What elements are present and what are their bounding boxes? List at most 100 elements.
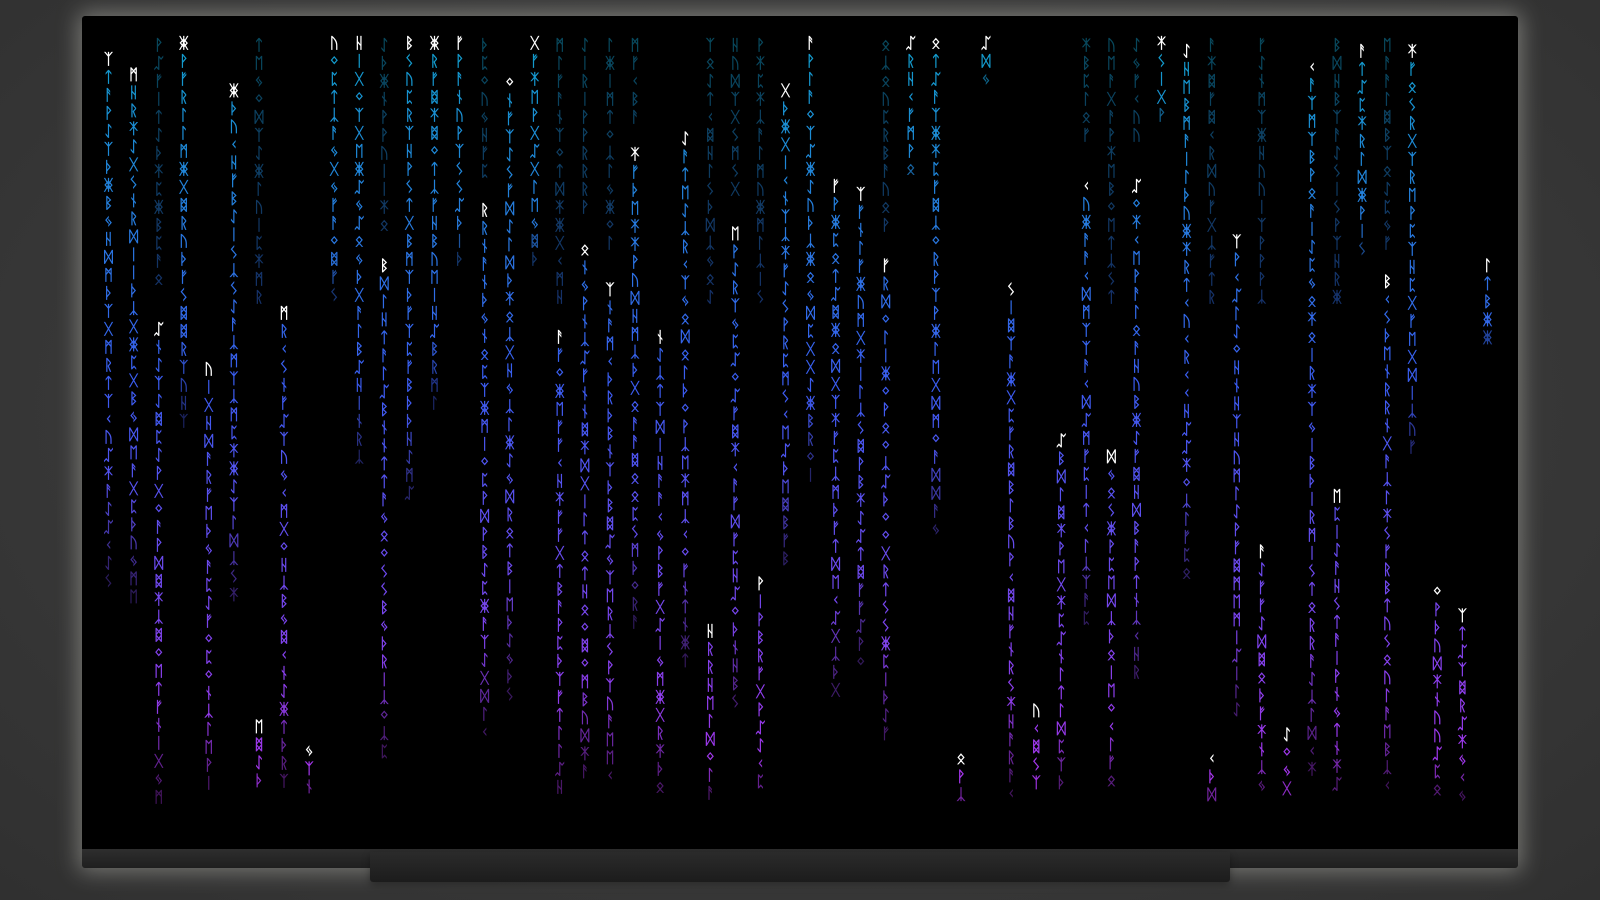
rain-glyph: ᚷ [1382,434,1393,452]
rain-glyph: ᛏ [681,165,690,183]
rain-glyph: ᚠ [580,367,589,385]
rain-glyph: ᚨ [104,86,113,104]
rain-glyph: ᛚ [1057,665,1066,683]
rain-faded-glyph: ᛢ [154,54,163,72]
rain-glyph: ᚱ [480,219,489,237]
rain-head-glyph: ᛒ [1383,272,1392,290]
rain-glyph: ᚢ [1082,195,1091,213]
rain-glyph: ᛟ [1107,483,1116,501]
rain-faded-glyph: ᛜ [254,90,263,108]
rain-glyph: ᚾ [505,92,514,110]
rain-faded-glyph: ᛞ [1332,54,1341,72]
rain-glyph: ᛁ [781,154,790,172]
rain-faded-glyph: ᛜ [555,144,564,162]
rain-glyph: ᛊ [781,298,790,316]
rain-glyph: ᚹ [956,767,965,785]
rain-column: ᚹᛁᚹᛒᚱᚠᚷᚹᛢᛇᚲᛈᚹᛡᛈᛡᛣᚨᛚᛗᚢᛤᛗᛚᛣᛁᛊ [755,36,766,791]
rain-faded-glyph: ᚢ [380,144,389,162]
rain-glyph: ᚲ [555,454,564,472]
rain-faded-glyph: ᚨ [555,90,564,108]
rain-glyph: ᛗ [229,352,238,370]
rain-faded-glyph: ᛗ [630,36,639,54]
rain-column: ᚲᚦᛞᚨᛡᛥᚠᛥᚲᚱᛞᚢᚠᚷᛣᚠᛏᚱ [1206,36,1217,803]
rain-faded-glyph: ᛣ [1207,234,1216,252]
rain-column: ᚲᚨᛉᛗᛉᛒᚹᛟᚨᛁᛇᛈᛃᛟᛡᛟᛁᚱᛡᛉᛃᛁᛒᚦᛁᚱᛗᛁᛊᛏᛟᚱᚱᚨᛇᛣᛚᛞᚲᛡ [1307,58,1316,778]
rain-glyph: ᛖ [1232,593,1241,611]
rain-glyph: ᛣ [681,435,690,453]
rain-faded-glyph: ᛊ [1107,270,1116,288]
rain-glyph: ᛢ [1182,438,1191,456]
rain-glyph: ᛞ [480,507,489,525]
rain-glyph: ᛈ [1307,256,1316,274]
rain-glyph: ᛃ [129,408,138,426]
rain-glyph: ᛇ [204,594,213,612]
rain-glyph: ᛊ [731,693,740,711]
rain-glyph: ᚦ [104,284,113,302]
rain-glyph: ᚱ [630,595,639,613]
rain-column: ᛢᛞᛃ [981,34,990,88]
rain-glyph: ᚦ [405,412,414,430]
rain-faded-glyph: ᚢ [1107,36,1116,54]
rain-glyph: ᛢ [605,532,614,550]
rain-faded-glyph: ᛥ [1207,72,1216,90]
rain-head-glyph: ᛉ [1232,233,1241,251]
rain-glyph: ᚦ [781,100,790,118]
rain-faded-glyph: ᚦ [154,144,163,162]
rain-glyph: ᛟ [580,547,589,565]
rain-glyph: ᛇ [154,446,163,464]
rain-glyph: ᚦ [1057,773,1066,791]
rain-faded-glyph: ᚱ [881,126,890,144]
rain-glyph: ᛒ [580,691,589,709]
rain-glyph: ᛁ [1232,629,1241,647]
rain-glyph: ᛃ [204,540,213,558]
rain-faded-glyph: ᛗ [605,90,614,108]
rain-glyph: ᛈ [931,160,940,178]
rain-glyph: ᚺ [179,394,188,412]
rain-head-glyph: ᚠ [455,34,464,52]
rain-glyph: ᚠ [555,346,564,364]
rain-glyph: ᛁ [806,466,815,484]
rain-glyph: ᛚ [179,106,188,124]
rain-glyph: ᛢ [1433,744,1442,762]
rain-glyph: ᚨ [931,448,940,466]
rain-glyph: ᚨ [630,415,639,433]
rain-glyph: ᛟ [806,268,815,286]
rain-glyph: ᛚ [555,724,564,742]
rain-glyph: ᛢ [455,196,464,214]
rain-glyph: ᚦ [455,250,464,268]
rain-glyph: ᛃ [129,552,138,570]
rain-glyph: ᚷ [178,178,189,196]
rain-glyph: ᚠ [856,599,865,617]
rain-glyph: ᛉ [229,370,238,388]
rain-glyph: ᛚ [856,239,865,257]
rain-glyph: ᛏ [681,597,690,615]
rain-glyph: ᛏ [505,542,514,560]
rain-glyph: ᛚ [1307,706,1316,724]
rain-head-glyph: ᛉ [104,50,113,68]
rain-glyph: ᛁ [129,264,138,282]
rain-glyph: ᛗ [630,325,639,343]
rain-glyph: ᛗ [104,266,113,284]
rain-glyph: ᛣ [129,300,138,318]
rain-glyph: ᛃ [656,652,665,670]
rain-glyph: ᛖ [681,453,690,471]
rain-glyph: ᚷ [880,545,891,563]
rain-glyph: ᛥ [1132,465,1141,483]
rain-glyph: ᛞ [1132,501,1141,519]
rain-glyph: ᛣ [505,398,514,416]
rain-glyph: ᚦ [505,614,514,632]
monitor-screen[interactable]: ᛉᛏᚨᚹᛇᛉᚦᛤᛒᛃᚺᛞᛗᚦᛉᚷᛗᚱᛏᛉᚲᚢᛢᛡᚨᛇᛢᚲᛇᛊᛗᚺᚱᛡᛇᚷᛊᚾᚱᛞ… [82,16,1518,849]
rain-glyph: ᛈ [1057,611,1066,629]
rain-head-glyph: ᛟ [931,34,940,52]
rain-glyph: ᚠ [279,394,288,412]
rain-faded-glyph: ᚨ [881,162,890,180]
rain-faded-glyph: ᚱ [254,288,263,306]
rain-glyph: ᛥ [831,303,840,321]
rain-glyph: ᛉ [1307,94,1316,112]
rain-glyph: ᛏ [831,267,840,285]
rain-glyph: ᛣ [806,232,815,250]
rain-head-glyph: ᛒ [405,34,414,52]
rain-glyph: ᚺ [906,70,915,88]
rain-glyph: ᛡ [781,244,790,262]
rain-glyph: ᛒ [505,560,514,578]
